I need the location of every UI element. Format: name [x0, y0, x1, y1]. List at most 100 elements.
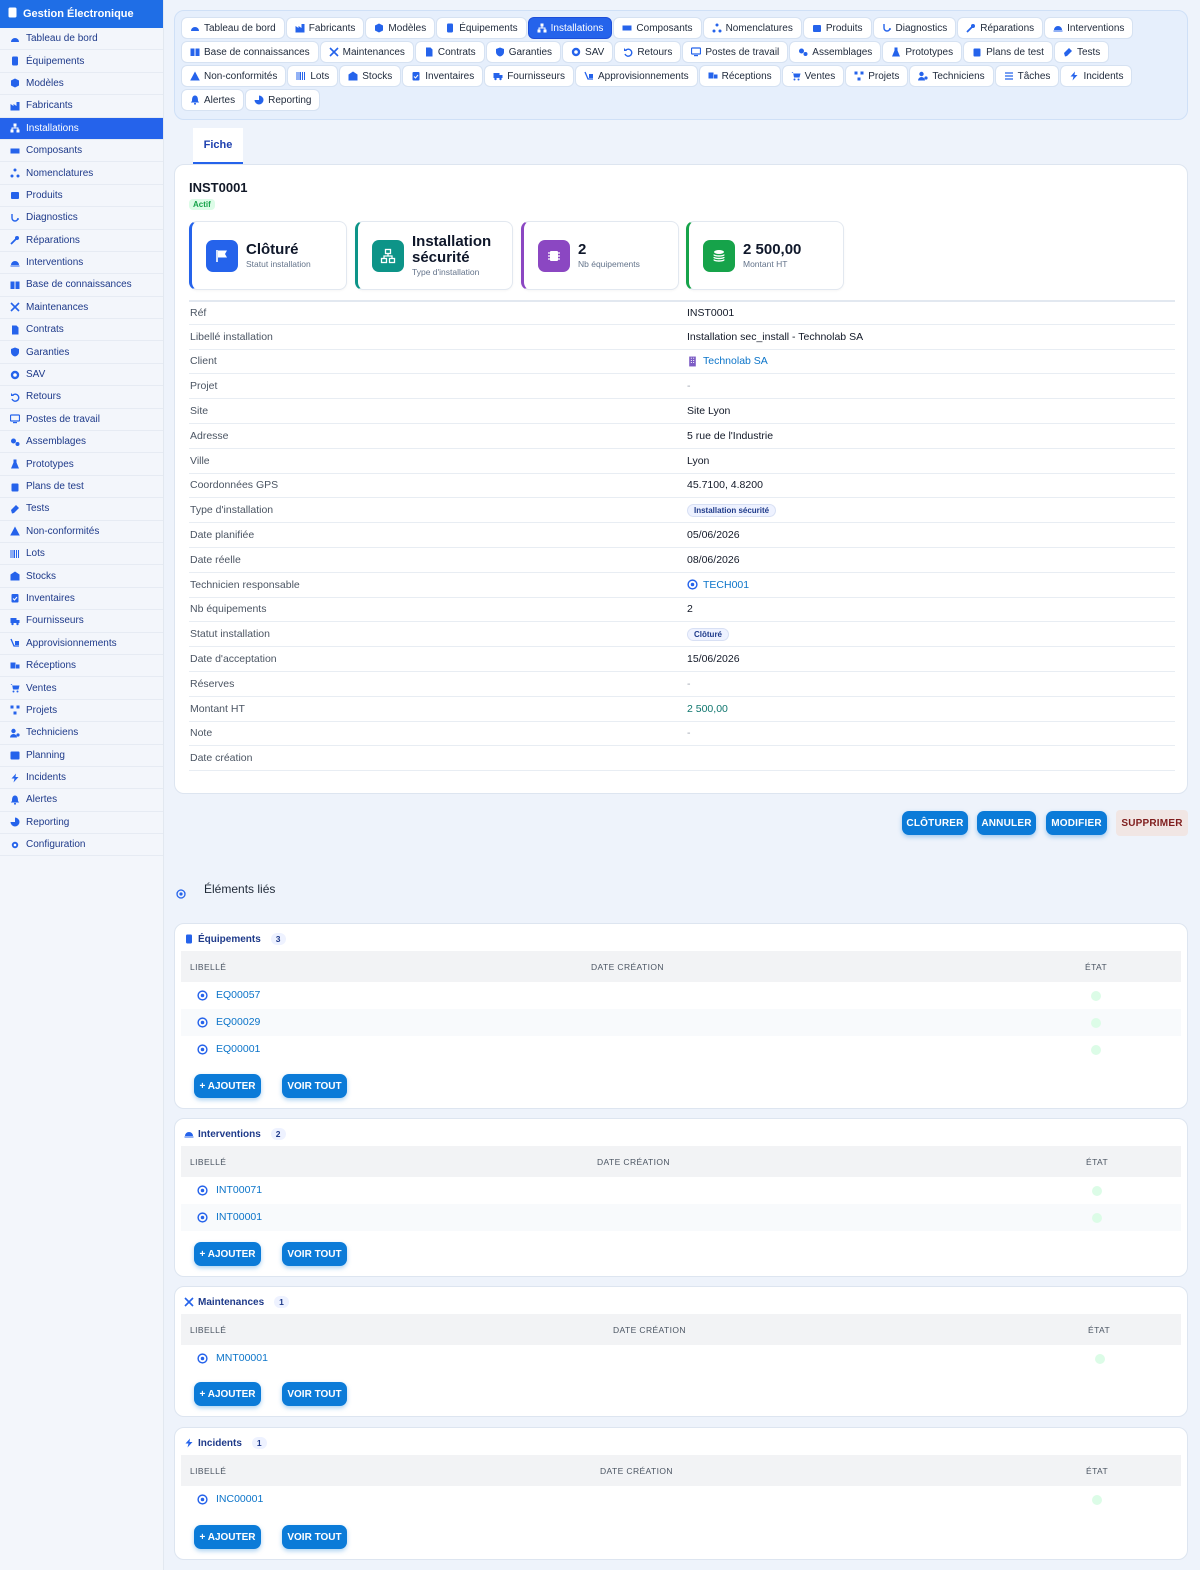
sidebar-item-maintenances[interactable]: Maintenances: [0, 297, 163, 320]
sidebar-item-equipements[interactable]: Équipements: [0, 50, 163, 73]
sidebar-item-contrats[interactable]: Contrats: [0, 319, 163, 342]
sidebar-item-base-de-connaissances[interactable]: Base de connaissances: [0, 274, 163, 297]
tab-label: Interventions: [1067, 22, 1125, 34]
tab-prototypes[interactable]: Prototypes: [882, 41, 963, 63]
tab-lots[interactable]: Lots: [287, 65, 339, 87]
see-all-button[interactable]: VOIR TOUT: [282, 1525, 347, 1549]
see-all-button[interactable]: VOIR TOUT: [282, 1074, 347, 1098]
tab-taches[interactable]: Tâches: [994, 65, 1060, 87]
sidebar-item-incidents[interactable]: Incidents: [0, 767, 163, 790]
sidebar-item-tableau-de-bord[interactable]: Tableau de bord: [0, 28, 163, 51]
tab-label: Garanties: [508, 46, 553, 58]
sidebar-item-composants[interactable]: Composants: [0, 140, 163, 163]
sidebar-item-stocks[interactable]: Stocks: [0, 565, 163, 588]
tab-fournisseurs[interactable]: Fournisseurs: [484, 65, 575, 87]
sidebar-item-non-conformites[interactable]: Non-conformités: [0, 521, 163, 543]
sidebar-item-produits[interactable]: Produits: [0, 185, 163, 208]
tab-composants[interactable]: Composants: [613, 17, 702, 39]
tab-sav[interactable]: SAV: [562, 41, 614, 63]
sidebar-item-techniciens[interactable]: Techniciens: [0, 722, 163, 745]
tab-installations[interactable]: Installations: [527, 17, 613, 39]
sidebar-item-reporting[interactable]: Reporting: [0, 812, 163, 835]
sidebar-item-tests[interactable]: Tests: [0, 498, 163, 521]
sidebar-item-planning[interactable]: Planning: [0, 745, 163, 767]
tab-produits[interactable]: Produits: [802, 17, 872, 39]
tab-plans-de-test[interactable]: Plans de test: [963, 41, 1053, 63]
app-brand[interactable]: Gestion Électronique: [0, 0, 163, 28]
tab-diagnostics[interactable]: Diagnostics: [872, 17, 957, 39]
tab-ventes[interactable]: Ventes: [781, 65, 845, 87]
row-link[interactable]: EQ00057: [197, 989, 260, 1001]
add-button[interactable]: + AJOUTER: [194, 1074, 261, 1098]
tab-interventions[interactable]: Interventions: [1044, 17, 1134, 39]
sidebar-item-garanties[interactable]: Garanties: [0, 341, 163, 364]
sidebar-item-postes-de-travail[interactable]: Postes de travail: [0, 409, 163, 432]
row-link[interactable]: INT00071: [197, 1184, 262, 1196]
kpi-value: Clôturé: [246, 241, 299, 258]
tab-base-de-connaissances[interactable]: Base de connaissances: [181, 41, 319, 63]
tab-reporting[interactable]: Reporting: [245, 89, 321, 111]
add-button[interactable]: + AJOUTER: [194, 1525, 261, 1549]
sidebar-item-plans-de-test[interactable]: Plans de test: [0, 476, 163, 499]
close-button[interactable]: CLÔTURER: [902, 811, 968, 835]
sidebar-item-retours[interactable]: Retours: [0, 386, 163, 409]
tab-alertes[interactable]: Alertes: [181, 89, 245, 111]
tab-tableau-de-bord[interactable]: Tableau de bord: [181, 17, 285, 39]
sidebar-item-reparations[interactable]: Réparations: [0, 230, 163, 252]
tab-equipements[interactable]: Équipements: [436, 17, 527, 39]
cancel-button[interactable]: ANNULER: [977, 811, 1036, 835]
tab-retours[interactable]: Retours: [614, 41, 682, 63]
row-link[interactable]: EQ00029: [197, 1016, 260, 1028]
sidebar-item-prototypes[interactable]: Prototypes: [0, 453, 163, 476]
tab-inventaires[interactable]: Inventaires: [402, 65, 484, 87]
tab-projets[interactable]: Projets: [845, 65, 909, 87]
row-link[interactable]: MNT00001: [197, 1352, 268, 1364]
detail-value[interactable]: Technolab SA: [687, 355, 768, 367]
helmet-icon: [184, 1129, 194, 1139]
see-all-button[interactable]: VOIR TOUT: [282, 1242, 347, 1266]
add-button[interactable]: + AJOUTER: [194, 1242, 261, 1266]
sidebar-item-fournisseurs[interactable]: Fournisseurs: [0, 610, 163, 633]
tab-receptions[interactable]: Réceptions: [698, 65, 781, 87]
sidebar-item-lots[interactable]: Lots: [0, 543, 163, 566]
sidebar-item-projets[interactable]: Projets: [0, 700, 163, 723]
sidebar-item-sav[interactable]: SAV: [0, 364, 163, 387]
tab-maintenances[interactable]: Maintenances: [319, 41, 414, 63]
tab-nomenclatures[interactable]: Nomenclatures: [702, 17, 802, 39]
row-link[interactable]: INT00001: [197, 1211, 262, 1223]
edit-button[interactable]: MODIFIER: [1046, 811, 1107, 835]
detail-value[interactable]: TECH001: [687, 579, 749, 591]
sidebar-item-approvisionnements[interactable]: Approvisionnements: [0, 633, 163, 655]
see-all-button[interactable]: VOIR TOUT: [282, 1382, 347, 1406]
tab-tests[interactable]: Tests: [1053, 41, 1110, 63]
tab-incidents[interactable]: Incidents: [1060, 65, 1133, 87]
tab-fabricants[interactable]: Fabricants: [285, 17, 365, 39]
delete-button[interactable]: SUPPRIMER: [1116, 810, 1188, 836]
tab-approvisionnements[interactable]: Approvisionnements: [575, 65, 698, 87]
tab-garanties[interactable]: Garanties: [485, 41, 562, 63]
sidebar-item-assemblages[interactable]: Assemblages: [0, 431, 163, 454]
tab-stocks[interactable]: Stocks: [339, 65, 402, 87]
sidebar-item-diagnostics[interactable]: Diagnostics: [0, 207, 163, 230]
sidebar-item-nomenclatures[interactable]: Nomenclatures: [0, 162, 163, 185]
sidebar-item-ventes[interactable]: Ventes: [0, 677, 163, 700]
add-button[interactable]: + AJOUTER: [194, 1382, 261, 1406]
sidebar-item-interventions[interactable]: Interventions: [0, 252, 163, 275]
tab-assemblages[interactable]: Assemblages: [789, 41, 882, 63]
tab-postes-de-travail[interactable]: Postes de travail: [682, 41, 789, 63]
sidebar-item-receptions[interactable]: Réceptions: [0, 655, 163, 678]
row-link[interactable]: INC00001: [197, 1493, 263, 1505]
sidebar-item-inventaires[interactable]: Inventaires: [0, 588, 163, 611]
sidebar-item-modeles[interactable]: Modèles: [0, 73, 163, 96]
tab-contrats[interactable]: Contrats: [414, 41, 485, 63]
row-link[interactable]: EQ00001: [197, 1043, 260, 1055]
tab-fiche[interactable]: Fiche: [193, 128, 243, 164]
tab-reparations[interactable]: Réparations: [957, 17, 1044, 39]
sidebar-item-fabricants[interactable]: Fabricants: [0, 95, 163, 118]
tab-non-conformites[interactable]: Non-conformités: [181, 65, 287, 87]
sidebar-item-configuration[interactable]: Configuration: [0, 834, 163, 857]
tab-modeles[interactable]: Modèles: [365, 17, 436, 39]
sidebar-item-installations[interactable]: Installations: [0, 117, 163, 140]
sidebar-item-alertes[interactable]: Alertes: [0, 789, 163, 812]
tab-techniciens[interactable]: Techniciens: [909, 65, 994, 87]
